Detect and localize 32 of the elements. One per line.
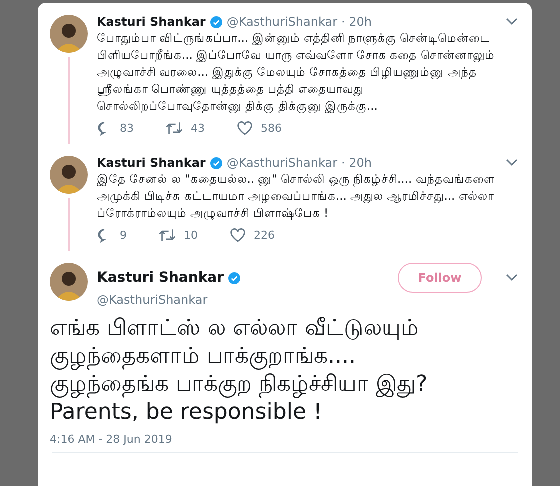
heart-icon[interactable] [237, 121, 253, 136]
user-handle[interactable]: @KasthuriShankar [226, 156, 338, 170]
user-name[interactable]: Kasturi Shankar [97, 156, 206, 170]
tweet-time[interactable]: · 20h [342, 156, 372, 170]
retweet-icon[interactable] [159, 228, 176, 243]
avatar-icon[interactable] [50, 15, 88, 53]
chevron-icon[interactable] [506, 18, 518, 26]
like-count: 226 [254, 229, 275, 242]
like-count: 586 [261, 122, 282, 135]
user-name[interactable]: Kasturi Shankar [97, 15, 206, 29]
follow-button[interactable]: Follow [398, 263, 482, 293]
avatar-icon[interactable] [50, 156, 88, 194]
verified-icon [228, 272, 241, 284]
reply-count: 9 [120, 229, 127, 242]
tweet-text: இதே சேனல் ல "கதையல்ல.. னு" சொல்லி ஒரு நிகழ்ச்சி.... வந்தவங்களை அமுக்கி பிடிச்சு கட்டாயமா அழவைப்பாங்க... அதுல ஆரமிச்சது... எல்லா ப்ரோக்ராம்லயும் அழுவாச்சி பிளாஷ்பேக ! [97, 171, 496, 222]
tweet-timestamp[interactable]: 4:16 AM - 28 Jun 2019 [50, 433, 172, 446]
user-handle[interactable]: @KasthuriShankar [226, 15, 338, 29]
user-handle[interactable]: @KasthuriShankar [97, 293, 518, 307]
retweet-icon[interactable] [166, 121, 183, 136]
tweet-time[interactable]: · 20h [342, 15, 372, 29]
verified-icon [210, 156, 223, 170]
retweet-count: 10 [184, 229, 198, 242]
user-name[interactable]: Kasturi Shankar [97, 270, 224, 286]
retweet-count: 43 [191, 122, 205, 135]
verified-icon [210, 16, 223, 28]
heart-icon[interactable] [230, 228, 246, 243]
chevron-icon[interactable] [506, 159, 518, 167]
reply-count: 83 [120, 122, 134, 135]
chevron-icon[interactable] [506, 274, 518, 282]
tweet-text: போதும்பா விட்ருங்கப்பா... இன்னும் எத்தினி நாளுக்கு சென்டிமென்டை பிளியபோறீங்க... இப்போவே யாரு எவ்வளோ சோக கதை சொன்னாலும் அழுவாச்சி வரலை... இதுக்கு மேலயும் சோகத்தை பிழியணும்னு அந்த ஸ்ரீலங்கா பொண்ணு யுத்தத்தை பத்தி எதையாவது சொல்லிறப்போவுதோன்னு திக்கு திக்குனு இருக்கு... [97, 30, 496, 115]
avatar-icon[interactable] [50, 263, 88, 301]
tweet-text: எங்க பிளாட்ஸ் ல எல்லா வீட்டுலயும் குழந்தைகளாம் பாக்குறாங்க.... குழந்தைங்க பாக்குற நிகழ்ச்சியா இது? Parents, be responsible ! [49, 315, 429, 427]
